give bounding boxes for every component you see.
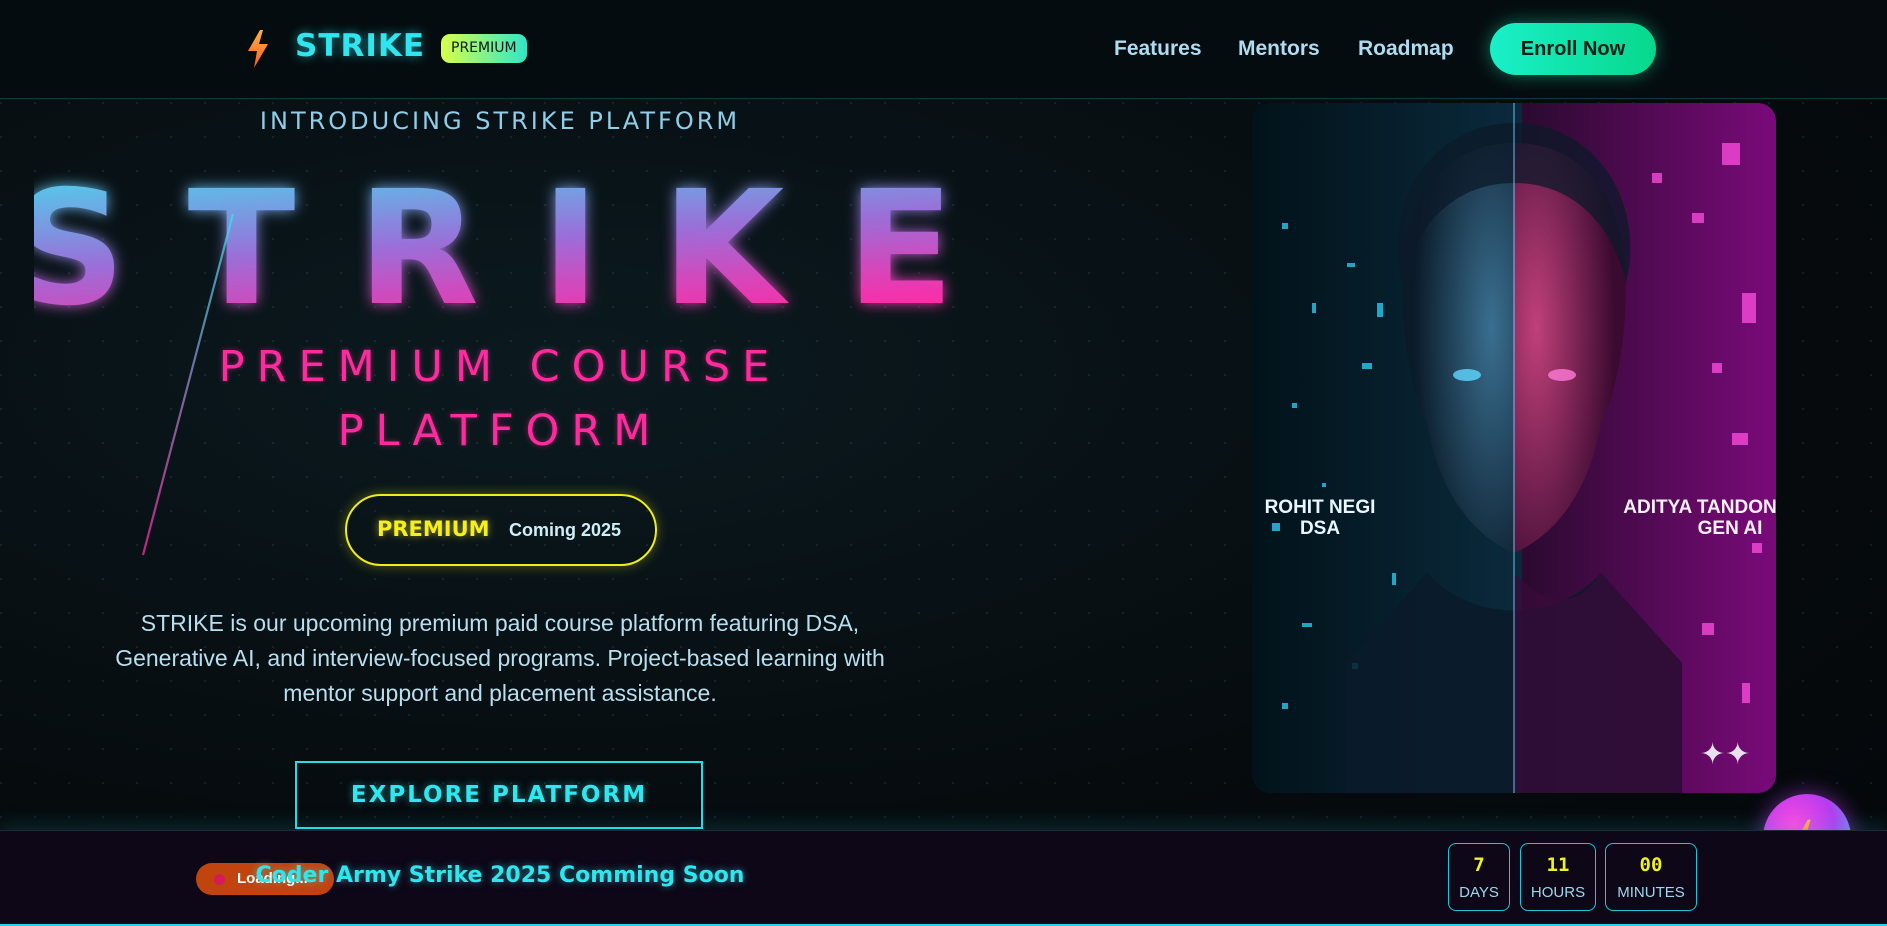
- premium-badge: PREMIUM: [441, 34, 527, 63]
- mentor-portrait-card: ROHIT NEGI DSA ADITYA TANDON GEN AI: [1252, 103, 1776, 793]
- countdown-days: 7 DAYS: [1448, 843, 1510, 911]
- lightning-bolt-icon: [248, 30, 268, 68]
- countdown-minutes: 00 MINUTES: [1605, 843, 1697, 911]
- hero-subtitle-line2: PLATFORM: [337, 406, 663, 456]
- countdown-hours-label: HOURS: [1530, 884, 1586, 901]
- pill-premium-label: PREMIUM: [377, 517, 490, 541]
- announcement-text: Coder Army Strike 2025 Comming Soon: [255, 863, 745, 888]
- left-mentor-name: ROHIT NEGI: [1265, 497, 1376, 518]
- sparkle-icon: ✦✦: [1700, 738, 1751, 771]
- right-mentor-name: ADITYA TANDON: [1623, 497, 1776, 518]
- nav-link-roadmap[interactable]: Roadmap: [1358, 37, 1454, 61]
- hero-description: STRIKE is our upcoming premium paid cour…: [115, 610, 885, 706]
- nav-link-mentors[interactable]: Mentors: [1238, 37, 1320, 61]
- hero-subtitle-line1: PREMIUM COURSE: [218, 342, 782, 392]
- top-navbar: STRIKE PREMIUM Features Mentors Roadmap …: [0, 0, 1887, 99]
- page: STRIKE PREMIUM Features Mentors Roadmap …: [0, 0, 1887, 926]
- countdown-days-value: 7: [1473, 854, 1485, 876]
- mentor-portrait-image: ROHIT NEGI DSA ADITYA TANDON GEN AI: [1252, 103, 1776, 793]
- hero-eyebrow: INTRODUCING STRIKE PLATFORM: [259, 107, 741, 135]
- announcement-bar: Loading... Coder Army Strike 2025 Commin…: [0, 830, 1887, 926]
- countdown-minutes-value: 00: [1639, 854, 1663, 876]
- hero-subtitle: PREMIUM COURSE PLATFORM: [0, 335, 1000, 463]
- enroll-now-button[interactable]: Enroll Now: [1490, 23, 1656, 75]
- countdown-minutes-label: MINUTES: [1617, 884, 1685, 901]
- pill-coming-label: Coming 2025: [509, 520, 622, 540]
- countdown-hours-value: 11: [1546, 854, 1570, 876]
- right-mentor-topic: GEN AI: [1698, 518, 1763, 539]
- countdown-days-label: DAYS: [1459, 884, 1499, 901]
- left-mentor-topic: DSA: [1300, 518, 1340, 539]
- nav-link-features[interactable]: Features: [1114, 37, 1202, 61]
- countdown-hours: 11 HOURS: [1520, 843, 1596, 911]
- brand-logo-text[interactable]: STRIKE: [295, 28, 425, 64]
- explore-platform-button[interactable]: EXPLORE PLATFORM: [295, 761, 703, 829]
- coming-soon-pill: PREMIUM Coming 2025: [345, 494, 657, 566]
